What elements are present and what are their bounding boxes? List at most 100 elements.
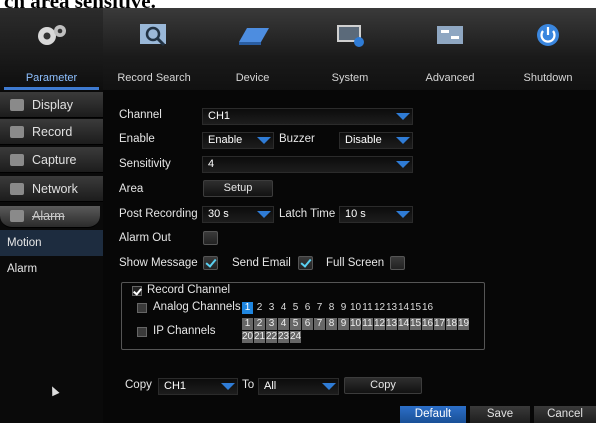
analog-channels-label: Analog Channels: [153, 301, 241, 313]
tab-system[interactable]: System: [300, 8, 400, 90]
sensitivity-select[interactable]: 4: [202, 156, 413, 173]
channel-toggle[interactable]: 7: [314, 302, 325, 314]
post-recording-select[interactable]: 30 s: [202, 206, 274, 223]
ip-channels-checkbox[interactable]: [137, 327, 147, 337]
save-button[interactable]: Save: [470, 406, 530, 423]
channel-toggle[interactable]: 15: [410, 318, 421, 330]
channel-toggle[interactable]: 24: [290, 331, 301, 343]
channel-toggle[interactable]: 17: [434, 318, 445, 330]
full-screen-checkbox[interactable]: [390, 256, 405, 270]
channel-toggle[interactable]: 9: [338, 302, 349, 314]
sidebar-sub-alarm[interactable]: Alarm: [0, 256, 103, 282]
channel-label: Channel: [119, 109, 162, 121]
channel-toggle[interactable]: 10: [350, 318, 361, 330]
sidebar-item-alarm[interactable]: Alarm: [0, 206, 100, 228]
show-message-checkbox[interactable]: [203, 256, 218, 270]
record-channel-checkbox[interactable]: [132, 286, 142, 296]
channel-value: CH1: [208, 110, 231, 122]
chevron-down-icon: [257, 137, 271, 144]
cancel-button[interactable]: Cancel: [534, 406, 596, 423]
alarm-out-label: Alarm Out: [119, 232, 171, 244]
channel-toggle[interactable]: 1: [242, 302, 253, 314]
channel-toggle[interactable]: 9: [338, 318, 349, 330]
channel-toggle[interactable]: 1: [242, 318, 253, 330]
show-message-label: Show Message: [119, 257, 198, 269]
channel-toggle[interactable]: 10: [350, 302, 361, 314]
record-channel-group: Record Channel Analog Channels 123456789…: [121, 282, 485, 350]
channel-toggle[interactable]: 5: [290, 318, 301, 330]
sidebar-item-capture[interactable]: Capture: [0, 147, 103, 173]
dvr-settings-window: Parameter Record Search Device System Ad…: [0, 8, 596, 423]
top-menu-bar: Parameter Record Search Device System Ad…: [0, 8, 596, 90]
channel-select[interactable]: CH1: [202, 108, 413, 125]
sidebar-item-record[interactable]: Record: [0, 119, 103, 145]
copy-label: Copy: [125, 379, 152, 391]
channel-toggle[interactable]: 22: [266, 331, 277, 343]
channel-toggle[interactable]: 13: [386, 318, 397, 330]
channel-toggle[interactable]: 18: [446, 318, 457, 330]
default-button[interactable]: Default: [400, 406, 466, 423]
channel-toggle[interactable]: 16: [422, 302, 433, 314]
copy-from-select[interactable]: CH1: [158, 378, 238, 395]
channel-toggle[interactable]: 2: [254, 302, 265, 314]
chevron-down-icon: [257, 211, 271, 218]
channel-toggle[interactable]: 2: [254, 318, 265, 330]
post-recording-label: Post Recording: [119, 208, 198, 220]
motion-settings-panel: Channel CH1 Enable Enable Buzzer Disable…: [103, 90, 596, 423]
setup-button[interactable]: Setup: [203, 180, 273, 197]
tab-shutdown[interactable]: Shutdown: [500, 8, 596, 90]
channel-toggle[interactable]: 4: [278, 302, 289, 314]
tab-record-search[interactable]: Record Search: [103, 8, 205, 90]
channel-toggle[interactable]: 14: [398, 318, 409, 330]
sidebar-item-network[interactable]: Network: [0, 176, 103, 202]
tab-device[interactable]: Device: [205, 8, 300, 90]
buzzer-select[interactable]: Disable: [339, 132, 413, 149]
sensitivity-label: Sensitivity: [119, 158, 171, 170]
tab-parameter[interactable]: Parameter: [0, 8, 103, 90]
channel-toggle[interactable]: 12: [374, 318, 385, 330]
chevron-down-icon: [221, 383, 235, 390]
copy-from-value: CH1: [164, 380, 187, 392]
channel-toggle[interactable]: 3: [266, 302, 277, 314]
advanced-icon: [437, 26, 463, 44]
channel-toggle[interactable]: 23: [278, 331, 289, 343]
channel-toggle[interactable]: 8: [326, 302, 337, 314]
tab-label: Record Search: [117, 72, 191, 84]
sidebar: Display Record Capture Network Alarm Mot…: [0, 90, 103, 423]
channel-toggle[interactable]: 7: [314, 318, 325, 330]
channel-toggle[interactable]: 12: [374, 302, 385, 314]
magnifier-icon: [140, 24, 166, 47]
channel-toggle[interactable]: 11: [362, 318, 373, 330]
channel-toggle[interactable]: 14: [398, 302, 409, 314]
tab-advanced[interactable]: Advanced: [400, 8, 500, 90]
enable-select[interactable]: Enable: [202, 132, 274, 149]
channel-toggle[interactable]: 8: [326, 318, 337, 330]
sidebar-item-label: Record: [32, 125, 73, 139]
analog-channel-grid: 1 2 3 4 5 6 7 8 9 10 11 12 13 14 15 16: [242, 302, 478, 315]
chevron-down-icon: [396, 113, 410, 120]
channel-toggle[interactable]: 5: [290, 302, 301, 314]
channel-toggle[interactable]: 13: [386, 302, 397, 314]
channel-toggle[interactable]: 19: [458, 318, 469, 330]
channel-toggle[interactable]: 20: [242, 331, 253, 343]
channel-toggle[interactable]: 6: [302, 302, 313, 314]
channel-toggle[interactable]: 15: [410, 302, 421, 314]
channel-toggle[interactable]: 21: [254, 331, 265, 343]
channel-toggle[interactable]: 6: [302, 318, 313, 330]
tab-label: Device: [235, 72, 270, 84]
copy-button[interactable]: Copy: [344, 377, 422, 394]
analog-channels-checkbox[interactable]: [137, 303, 147, 313]
full-screen-label: Full Screen: [326, 257, 385, 269]
sidebar-item-display[interactable]: Display: [0, 92, 103, 118]
sidebar-sub-motion[interactable]: Motion: [0, 230, 103, 256]
channel-toggle[interactable]: 11: [362, 302, 373, 314]
channel-toggle[interactable]: 16: [422, 318, 433, 330]
network-icon: [10, 183, 24, 195]
alarm-out-checkbox[interactable]: [203, 231, 218, 245]
copy-to-select[interactable]: All: [258, 378, 339, 395]
send-email-checkbox[interactable]: [298, 256, 313, 270]
sidebar-item-label: Capture: [32, 153, 77, 167]
latch-time-select[interactable]: 10 s: [339, 206, 413, 223]
channel-toggle[interactable]: 3: [266, 318, 277, 330]
channel-toggle[interactable]: 4: [278, 318, 289, 330]
